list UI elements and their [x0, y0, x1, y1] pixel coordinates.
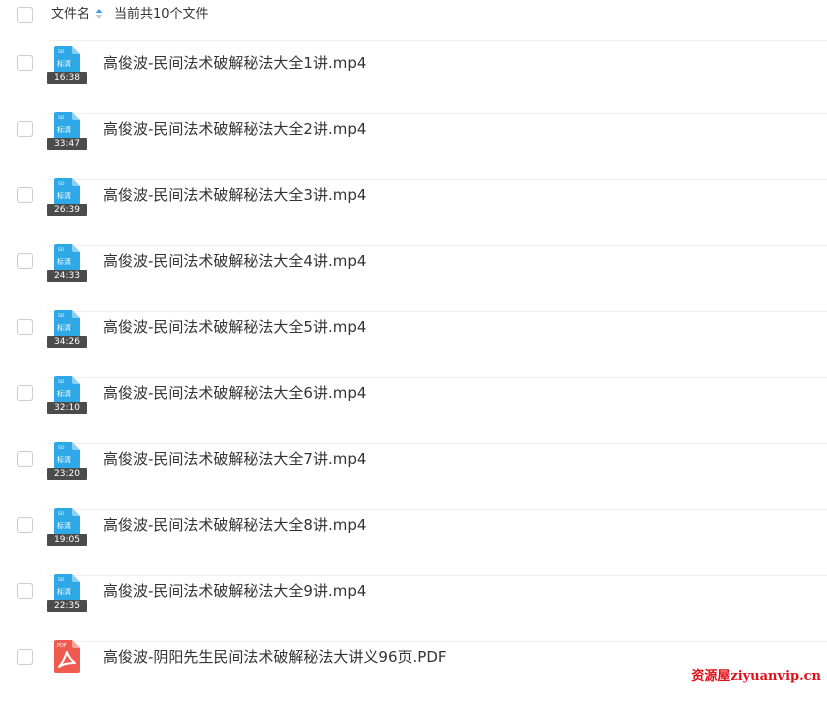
file-name-link[interactable]: 高俊波-民间法术破解秘法大全6讲.mp4 [103, 383, 366, 403]
file-name-link[interactable]: 高俊波-民间法术破解秘法大全4讲.mp4 [103, 251, 366, 271]
pdf-file-icon[interactable]: PDF [47, 640, 89, 684]
svg-text:SO: SO [58, 49, 65, 55]
video-file-icon[interactable]: SO 标清 23:20 [47, 442, 89, 486]
quality-badge-text: 标清 [57, 59, 71, 68]
file-name-link[interactable]: 高俊波-民间法术破解秘法大全9讲.mp4 [103, 581, 366, 601]
header-divider [50, 40, 827, 41]
quality-badge-text: 标清 [57, 521, 71, 530]
video-file-icon[interactable]: SO 标清 16:38 [47, 46, 89, 90]
svg-text:SO: SO [58, 313, 65, 319]
video-file-icon[interactable]: SO 标清 32:10 [47, 376, 89, 420]
file-name-link[interactable]: 高俊波-民间法术破解秘法大全1讲.mp4 [103, 53, 366, 73]
video-duration-label: 34:26 [47, 336, 87, 348]
sort-arrow-icon[interactable] [95, 8, 103, 20]
video-duration-label: 16:38 [47, 72, 87, 84]
file-row-checkbox[interactable] [17, 385, 33, 401]
svg-text:SO: SO [58, 247, 65, 253]
name-column-header[interactable]: 文件名 [51, 6, 90, 24]
video-duration-label: 32:10 [47, 402, 87, 414]
file-row-checkbox[interactable] [17, 187, 33, 203]
video-duration-label: 33:47 [47, 138, 87, 150]
video-duration-label: 22:35 [47, 600, 87, 612]
video-file-icon[interactable]: SO 标清 34:26 [47, 310, 89, 354]
quality-badge-text: 标清 [57, 257, 71, 266]
file-list-page: 文件名 当前共10个文件 SO 标清 16:38 高俊波-民间法术破解秘法大全1讲.m… [0, 0, 827, 702]
video-duration-label: 24:33 [47, 270, 87, 282]
file-row[interactable]: SO 标清 16:38 高俊波-民间法术破解秘法大全1讲.mp4 [0, 46, 827, 114]
file-row-checkbox[interactable] [17, 451, 33, 467]
file-count-text: 当前共10个文件 [114, 7, 209, 22]
video-file-icon[interactable]: SO 标清 19:05 [47, 508, 89, 552]
file-list-header: 文件名 当前共10个文件 [0, 0, 827, 41]
quality-badge-text: 标清 [57, 191, 71, 200]
file-row[interactable]: SO 标清 26:39 高俊波-民间法术破解秘法大全3讲.mp4 [0, 178, 827, 246]
file-row[interactable]: SO 标清 32:10 高俊波-民间法术破解秘法大全6讲.mp4 [0, 376, 827, 444]
select-all-checkbox[interactable] [17, 7, 33, 23]
file-row[interactable]: SO 标清 34:26 高俊波-民间法术破解秘法大全5讲.mp4 [0, 310, 827, 378]
watermark-text: 资源屋ziyuanvip.cn [691, 669, 821, 684]
video-file-icon[interactable]: SO 标清 33:47 [47, 112, 89, 156]
file-row-checkbox[interactable] [17, 55, 33, 71]
svg-text:SO: SO [58, 115, 65, 121]
file-row[interactable]: SO 标清 24:33 高俊波-民间法术破解秘法大全4讲.mp4 [0, 244, 827, 312]
pdf-badge-text: PDF [57, 643, 67, 649]
svg-text:SO: SO [58, 445, 65, 451]
quality-badge-text: 标清 [57, 125, 71, 134]
quality-badge-text: 标清 [57, 389, 71, 398]
svg-text:SO: SO [58, 577, 65, 583]
quality-badge-text: 标清 [57, 587, 71, 596]
file-row[interactable]: SO 标清 23:20 高俊波-民间法术破解秘法大全7讲.mp4 [0, 442, 827, 510]
file-name-link[interactable]: 高俊波-民间法术破解秘法大全3讲.mp4 [103, 185, 366, 205]
svg-text:SO: SO [58, 379, 65, 385]
file-name-link[interactable]: 高俊波-民间法术破解秘法大全2讲.mp4 [103, 119, 366, 139]
video-duration-label: 26:39 [47, 204, 87, 216]
quality-badge-text: 标清 [57, 323, 71, 332]
video-file-icon[interactable]: SO 标清 24:33 [47, 244, 89, 288]
svg-text:SO: SO [58, 181, 65, 187]
video-duration-label: 23:20 [47, 468, 87, 480]
file-row-checkbox[interactable] [17, 253, 33, 269]
file-row-checkbox[interactable] [17, 649, 33, 665]
file-name-link[interactable]: 高俊波-民间法术破解秘法大全7讲.mp4 [103, 449, 366, 469]
file-row[interactable]: SO 标清 19:05 高俊波-民间法术破解秘法大全8讲.mp4 [0, 508, 827, 576]
video-file-icon[interactable]: SO 标清 26:39 [47, 178, 89, 222]
file-name-link[interactable]: 高俊波-民间法术破解秘法大全5讲.mp4 [103, 317, 366, 337]
quality-badge-text: 标清 [57, 455, 71, 464]
file-row-checkbox[interactable] [17, 517, 33, 533]
file-row[interactable]: SO 标清 33:47 高俊波-民间法术破解秘法大全2讲.mp4 [0, 112, 827, 180]
video-file-icon[interactable]: SO 标清 22:35 [47, 574, 89, 618]
file-row[interactable]: SO 标清 22:35 高俊波-民间法术破解秘法大全9讲.mp4 [0, 574, 827, 642]
svg-text:SO: SO [58, 511, 65, 517]
file-name-link[interactable]: 高俊波-阴阳先生民间法术破解秘法大讲义96页.PDF [103, 647, 447, 667]
file-name-link[interactable]: 高俊波-民间法术破解秘法大全8讲.mp4 [103, 515, 366, 535]
file-row-checkbox[interactable] [17, 319, 33, 335]
video-duration-label: 19:05 [47, 534, 87, 546]
file-row-checkbox[interactable] [17, 583, 33, 599]
file-row-checkbox[interactable] [17, 121, 33, 137]
